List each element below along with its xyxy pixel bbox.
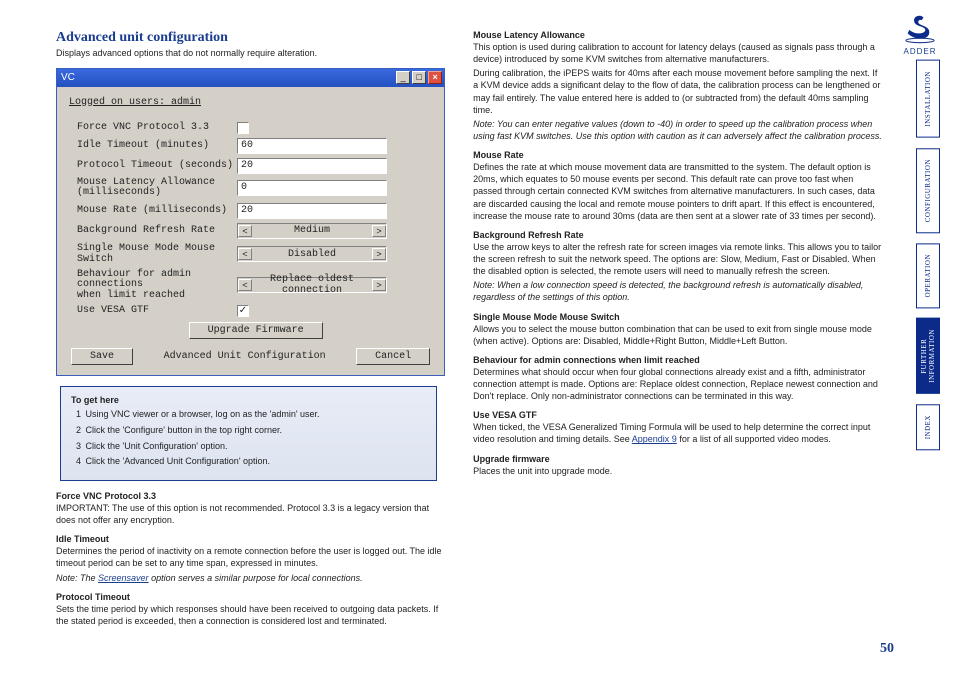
- admin-behaviour-label: Behaviour for admin connections when lim…: [77, 270, 237, 302]
- section-body: Allows you to select the mouse button co…: [473, 323, 884, 347]
- section-heading: Upgrade firmware: [473, 454, 884, 464]
- screensaver-link[interactable]: Screensaver: [98, 573, 149, 583]
- upgrade-firmware-button[interactable]: Upgrade Firmware: [189, 322, 323, 339]
- use-vesa-label: Use VESA GTF: [77, 305, 237, 317]
- to-get-here-box: To get here 1 Using VNC viewer or a brow…: [60, 386, 437, 481]
- section-body: Use the arrow keys to alter the refresh …: [473, 241, 884, 277]
- section-note: Note: You can enter negative values (dow…: [473, 118, 884, 142]
- close-icon[interactable]: ×: [428, 71, 442, 84]
- section-heading: Idle Timeout: [56, 534, 445, 544]
- section-heading: Use VESA GTF: [473, 410, 884, 420]
- adder-snake-icon: [902, 14, 938, 44]
- config-dialog: VC _ □ × Logged on users: admin Force VN…: [56, 68, 445, 377]
- cancel-button[interactable]: Cancel: [356, 348, 430, 365]
- appendix-link[interactable]: Appendix 9: [632, 434, 677, 444]
- bg-refresh-select[interactable]: < Medium >: [237, 223, 387, 239]
- save-button[interactable]: Save: [71, 348, 133, 365]
- mouse-latency-label: Mouse Latency Allowance (milliseconds): [77, 178, 237, 199]
- chevron-right-icon[interactable]: >: [372, 225, 386, 237]
- section-heading: Force VNC Protocol 3.3: [56, 491, 445, 501]
- section-heading: Mouse Rate: [473, 150, 884, 160]
- section-heading: Mouse Latency Allowance: [473, 30, 884, 40]
- mouse-rate-input[interactable]: 20: [237, 203, 387, 219]
- logged-on-users: Logged on users: admin: [67, 93, 434, 122]
- page-number: 50: [880, 641, 894, 657]
- single-mouse-label: Single Mouse Mode Mouse Switch: [77, 243, 237, 266]
- mouse-rate-label: Mouse Rate (milliseconds): [77, 205, 237, 217]
- section-heading: Behaviour for admin connections when lim…: [473, 355, 884, 365]
- idle-timeout-label: Idle Timeout (minutes): [77, 140, 237, 152]
- to-get-here-heading: To get here: [71, 395, 426, 405]
- tab-index[interactable]: INDEX: [916, 404, 940, 450]
- to-get-here-steps: 1 Using VNC viewer or a browser, log on …: [71, 409, 426, 468]
- section-body: Sets the time period by which responses …: [56, 603, 445, 627]
- dialog-title-left: VC: [61, 72, 75, 83]
- section-body: Determines what should occur when four g…: [473, 366, 884, 402]
- tab-further-information[interactable]: FURTHER INFORMATION: [916, 318, 940, 394]
- chevron-right-icon[interactable]: >: [372, 279, 386, 291]
- chevron-right-icon[interactable]: >: [372, 248, 386, 260]
- intro-text: Displays advanced options that do not no…: [56, 48, 445, 60]
- section-body: Places the unit into upgrade mode.: [473, 465, 884, 477]
- section-body: When ticked, the VESA Generalized Timing…: [473, 421, 884, 445]
- section-body: Defines the rate at which mouse movement…: [473, 161, 884, 222]
- maximize-icon[interactable]: □: [412, 71, 426, 84]
- section-note: Note: The Screensaver option serves a si…: [56, 572, 445, 584]
- use-vesa-checkbox[interactable]: ✓: [237, 305, 249, 317]
- chevron-left-icon[interactable]: <: [238, 248, 252, 260]
- tab-installation[interactable]: INSTALLATION: [916, 60, 940, 138]
- bg-refresh-label: Background Refresh Rate: [77, 225, 237, 237]
- section-heading: Background Refresh Rate: [473, 230, 884, 240]
- protocol-timeout-label: Protocol Timeout (seconds): [77, 160, 237, 172]
- page-title: Advanced unit configuration: [56, 30, 445, 46]
- tab-operation[interactable]: OPERATION: [916, 243, 940, 308]
- tab-configuration[interactable]: CONFIGURATION: [916, 148, 940, 233]
- section-heading: Protocol Timeout: [56, 592, 445, 602]
- section-note: Note: When a low connection speed is det…: [473, 279, 884, 303]
- brand-name: ADDER: [900, 47, 940, 56]
- dialog-titlebar: VC _ □ ×: [57, 69, 444, 87]
- section-body: IMPORTANT: The use of this option is not…: [56, 502, 445, 526]
- chevron-left-icon[interactable]: <: [238, 225, 252, 237]
- single-mouse-select[interactable]: < Disabled >: [237, 246, 387, 262]
- section-body: Determines the period of inactivity on a…: [56, 545, 445, 569]
- force-vnc-checkbox[interactable]: [237, 122, 249, 134]
- section-body: During calibration, the iPEPS waits for …: [473, 67, 884, 116]
- mouse-latency-input[interactable]: 0: [237, 180, 387, 196]
- dialog-body: Logged on users: admin Force VNC Protoco…: [57, 87, 444, 376]
- force-vnc-label: Force VNC Protocol 3.3: [77, 122, 237, 134]
- idle-timeout-input[interactable]: 60: [237, 138, 387, 154]
- admin-behaviour-select[interactable]: < Replace oldest connection >: [237, 277, 387, 293]
- left-column: Advanced unit configuration Displays adv…: [56, 30, 445, 655]
- section-heading: Single Mouse Mode Mouse Switch: [473, 312, 884, 322]
- minimize-icon[interactable]: _: [396, 71, 410, 84]
- chevron-left-icon[interactable]: <: [238, 279, 252, 291]
- right-column: Mouse Latency Allowance This option is u…: [473, 30, 884, 655]
- protocol-timeout-input[interactable]: 20: [237, 158, 387, 174]
- side-nav: INSTALLATION CONFIGURATION OPERATION FUR…: [916, 60, 940, 450]
- brand-logo: ADDER: [900, 14, 940, 56]
- page: Advanced unit configuration Displays adv…: [0, 0, 954, 675]
- dialog-center-label: Advanced Unit Configuration: [164, 351, 326, 362]
- section-body: This option is used during calibration t…: [473, 41, 884, 65]
